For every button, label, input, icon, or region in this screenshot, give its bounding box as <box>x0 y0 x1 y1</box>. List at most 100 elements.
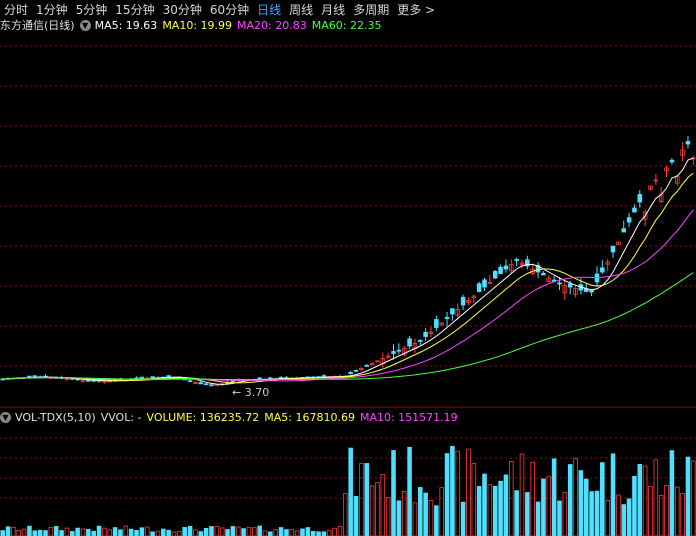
low-price-label: ← 3.70 <box>232 386 269 399</box>
volume-bar <box>428 500 434 536</box>
volume-bar <box>86 528 91 536</box>
volume-bar <box>444 453 450 536</box>
candle-body <box>626 217 632 223</box>
tab-multi-period[interactable]: 多周期 <box>349 1 393 18</box>
candle-body <box>498 266 503 274</box>
volume-bar <box>664 485 669 536</box>
volume-bar <box>530 461 535 536</box>
tab-15min[interactable]: 15分钟 <box>111 1 158 18</box>
volume-bar <box>503 474 509 536</box>
candle-body <box>86 379 91 382</box>
volume-bar <box>123 525 129 536</box>
volume-bar <box>268 531 273 536</box>
volume-value: VOLUME: 136235.72 <box>146 410 260 424</box>
volume-bar <box>423 492 428 536</box>
candle-body <box>444 317 450 319</box>
candle-body <box>27 375 32 378</box>
volume-bar <box>498 480 503 536</box>
volume-bar <box>369 485 375 536</box>
candle-body <box>557 282 562 285</box>
volume-bar <box>573 458 578 536</box>
tab-daily[interactable]: 日线 <box>253 1 285 18</box>
candlestick-chart[interactable]: ← 3.70 <box>0 34 696 408</box>
volume-bar <box>648 486 653 536</box>
volume-bar <box>177 530 182 536</box>
volume-bar <box>674 486 680 536</box>
volume-bar <box>417 487 423 536</box>
candle-body <box>257 377 262 380</box>
volume-bar <box>605 499 610 536</box>
volume-bar <box>118 529 123 536</box>
volume-bar <box>144 526 150 536</box>
volume-bar <box>107 529 113 536</box>
candle-body <box>621 228 626 233</box>
volume-bar <box>541 478 546 536</box>
candle-body <box>150 376 155 379</box>
volume-bar <box>112 527 118 536</box>
volume-bar <box>96 525 102 536</box>
volume-bar <box>43 530 48 536</box>
volume-bar <box>246 526 252 536</box>
candle-body <box>203 383 209 386</box>
candle-body <box>450 308 455 315</box>
volume-bar <box>305 527 311 536</box>
volume-bar <box>219 527 225 536</box>
candle-body <box>417 340 423 342</box>
tab-30min[interactable]: 30分钟 <box>159 1 206 18</box>
volume-bar <box>375 482 380 536</box>
volume-bar <box>134 530 139 536</box>
volume-bar <box>460 501 466 536</box>
ma10-line <box>2 172 694 384</box>
volume-bar <box>32 530 38 536</box>
volume-bar <box>412 502 418 536</box>
volume-bar <box>466 448 471 536</box>
candle-body <box>32 375 38 378</box>
volume-bar <box>567 464 573 536</box>
candle-body <box>637 194 643 203</box>
candle-body <box>396 349 402 352</box>
volume-bar <box>642 465 648 536</box>
tab-weekly[interactable]: 周线 <box>285 1 317 18</box>
candle-body <box>348 372 353 374</box>
volume-bar <box>262 530 268 536</box>
candle-body <box>476 283 482 292</box>
volume-bar <box>583 478 589 536</box>
volume-bar <box>0 530 5 536</box>
volume-bar <box>326 530 332 536</box>
volume-bar <box>225 529 230 536</box>
volume-ma10-value: MA10: 151571.19 <box>359 410 458 424</box>
chevron-down-icon[interactable]: ▼ <box>79 19 91 31</box>
volume-bar <box>59 530 64 536</box>
tab-5min[interactable]: 5分钟 <box>72 1 112 18</box>
candle-body <box>492 270 498 279</box>
volume-bar <box>75 527 80 536</box>
volume-bar <box>519 453 525 536</box>
volume-chart[interactable] <box>0 428 696 536</box>
volume-bar <box>5 526 11 536</box>
volume-bar <box>616 494 621 536</box>
tab-timeshare[interactable]: 分时 <box>0 1 32 18</box>
tab-monthly[interactable]: 月线 <box>317 1 349 18</box>
volume-bar <box>53 526 59 536</box>
volume-bar <box>685 456 691 536</box>
tab-more[interactable]: 更多 > <box>393 1 439 18</box>
chevron-down-icon[interactable]: ▼ <box>0 411 11 423</box>
candle-body <box>610 245 616 253</box>
volume-bar <box>391 450 396 536</box>
tab-60min[interactable]: 60分钟 <box>206 1 253 18</box>
volume-bar <box>316 531 321 536</box>
candle-body <box>589 289 594 293</box>
tab-1min[interactable]: 1分钟 <box>32 1 72 18</box>
candle-body <box>632 207 637 213</box>
volume-bar <box>396 500 402 536</box>
volume-bar <box>257 525 262 536</box>
candle-body <box>321 375 327 378</box>
volume-bar <box>594 490 600 536</box>
volume-bar <box>241 528 246 536</box>
candle-body <box>583 288 589 292</box>
candle-body <box>166 375 171 378</box>
volume-bar <box>487 484 493 536</box>
stock-title: 东方通信(日线) <box>0 19 75 32</box>
volume-bar <box>509 461 514 536</box>
volume-bar <box>166 529 171 536</box>
